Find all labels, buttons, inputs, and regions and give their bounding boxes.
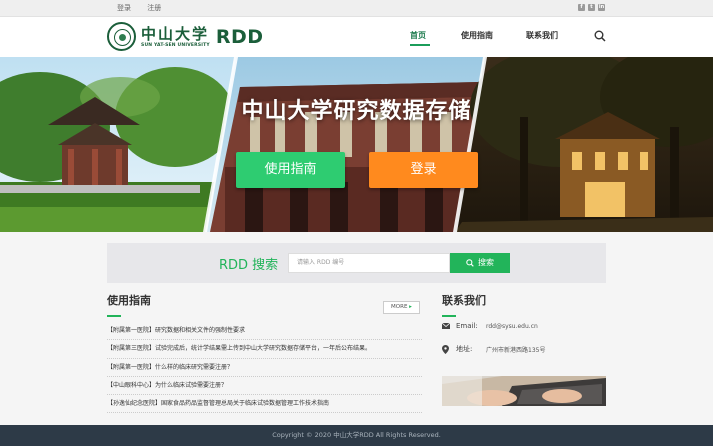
search-button[interactable]: 搜索 <box>450 253 510 273</box>
rdd-search-panel: RDD 搜索 请输入 RDD 编号 搜索 <box>107 243 606 283</box>
guide-list-item[interactable]: 【附属第一医院】什么样的临床研究需要注册？ <box>107 359 422 377</box>
site-logo[interactable]: 中山大学 SUN YAT-SEN UNIVERSITY RDD <box>107 22 264 51</box>
search-icon[interactable] <box>594 30 606 42</box>
facebook-icon[interactable]: f <box>578 4 585 11</box>
login-link[interactable]: 登录 <box>117 4 131 12</box>
nav-guide[interactable]: 使用指南 <box>461 30 493 41</box>
top-bar: 登录 注册 f t in <box>0 0 713 17</box>
nav-contact[interactable]: 联系我们 <box>526 30 558 41</box>
copyright-text: Copyright © 2020 中山大学RDD All Rights Rese… <box>272 431 441 439</box>
hero-banner: 中山大学研究数据存储 使用指南 登录 <box>0 57 713 232</box>
site-footer: Copyright © 2020 中山大学RDD All Rights Rese… <box>0 425 713 446</box>
hero-photo-collage <box>0 57 713 232</box>
contact-address-row: 地址: 广州市新港西路135号 <box>442 344 545 354</box>
address-value: 广州市新港西路135号 <box>486 346 546 354</box>
envelope-icon <box>442 323 450 329</box>
register-link[interactable]: 注册 <box>147 4 161 12</box>
search-button-label: 搜索 <box>478 258 494 267</box>
nav-active-indicator <box>410 44 430 46</box>
contact-title-bar <box>442 315 456 317</box>
logo-rdd: RDD <box>215 25 264 48</box>
email-value[interactable]: rdd@sysu.edu.cn <box>486 323 538 330</box>
email-label: Email: <box>456 322 478 330</box>
logo-text: 中山大学 SUN YAT-SEN UNIVERSITY <box>141 24 210 48</box>
guide-list-item[interactable]: 【孙逸仙纪念医院】国家食品药品监督管理总局关于临床试验数据管理工作技术指南 <box>107 395 422 414</box>
guide-title-bar <box>107 315 121 317</box>
university-seal-icon <box>107 22 136 51</box>
site-header: 中山大学 SUN YAT-SEN UNIVERSITY RDD 首页 使用指南 … <box>0 17 713 57</box>
guide-section: 使用指南 MORE ▸ 【附属第一医院】研究数据和相关文件的强制性要求 【附属第… <box>107 292 422 414</box>
contact-title: 联系我们 <box>442 294 486 307</box>
contact-email-row: Email: rdd@sysu.edu.cn <box>442 322 538 330</box>
social-links: f t in <box>578 4 605 11</box>
more-label: MORE <box>391 304 408 310</box>
nav-home[interactable]: 首页 <box>410 30 426 41</box>
account-links: 登录 注册 <box>117 3 175 13</box>
chevron-right-icon: ▸ <box>409 304 412 310</box>
contact-section: 联系我们 Email: rdd@sysu.edu.cn 地址: 广州市新港西路1… <box>442 292 606 406</box>
rdd-search-input[interactable]: 请输入 RDD 编号 <box>288 253 450 273</box>
hero-title: 中山大学研究数据存储 <box>241 99 472 124</box>
logo-english: SUN YAT-SEN UNIVERSITY <box>141 42 210 48</box>
linkedin-icon[interactable]: in <box>598 4 605 11</box>
laptop-typing-image <box>442 376 606 406</box>
laptop-photo <box>442 376 606 406</box>
more-button[interactable]: MORE ▸ <box>383 301 420 314</box>
hero-login-button[interactable]: 登录 <box>369 152 478 188</box>
twitter-icon[interactable]: t <box>588 4 595 11</box>
logo-chinese: 中山大学 <box>141 24 210 43</box>
guide-list-item[interactable]: 【附属第一医院】研究数据和相关文件的强制性要求 <box>107 322 422 341</box>
guide-title: 使用指南 <box>107 294 151 307</box>
guide-list-item[interactable]: 【附属第三医院】试验完成后，统计学结果需上传到中山大学研究数据存储平台，一年后公… <box>107 340 422 359</box>
guide-list-item[interactable]: 【中山眼科中心】为什么临床试验需要注册？ <box>107 377 422 396</box>
address-label: 地址: <box>456 345 473 353</box>
search-title: RDD 搜索 <box>219 258 279 273</box>
map-pin-icon <box>442 344 449 354</box>
hero-guide-button[interactable]: 使用指南 <box>236 152 345 188</box>
guide-list: 【附属第一医院】研究数据和相关文件的强制性要求 【附属第三医院】试验完成后，统计… <box>107 322 422 414</box>
search-icon <box>466 258 474 267</box>
